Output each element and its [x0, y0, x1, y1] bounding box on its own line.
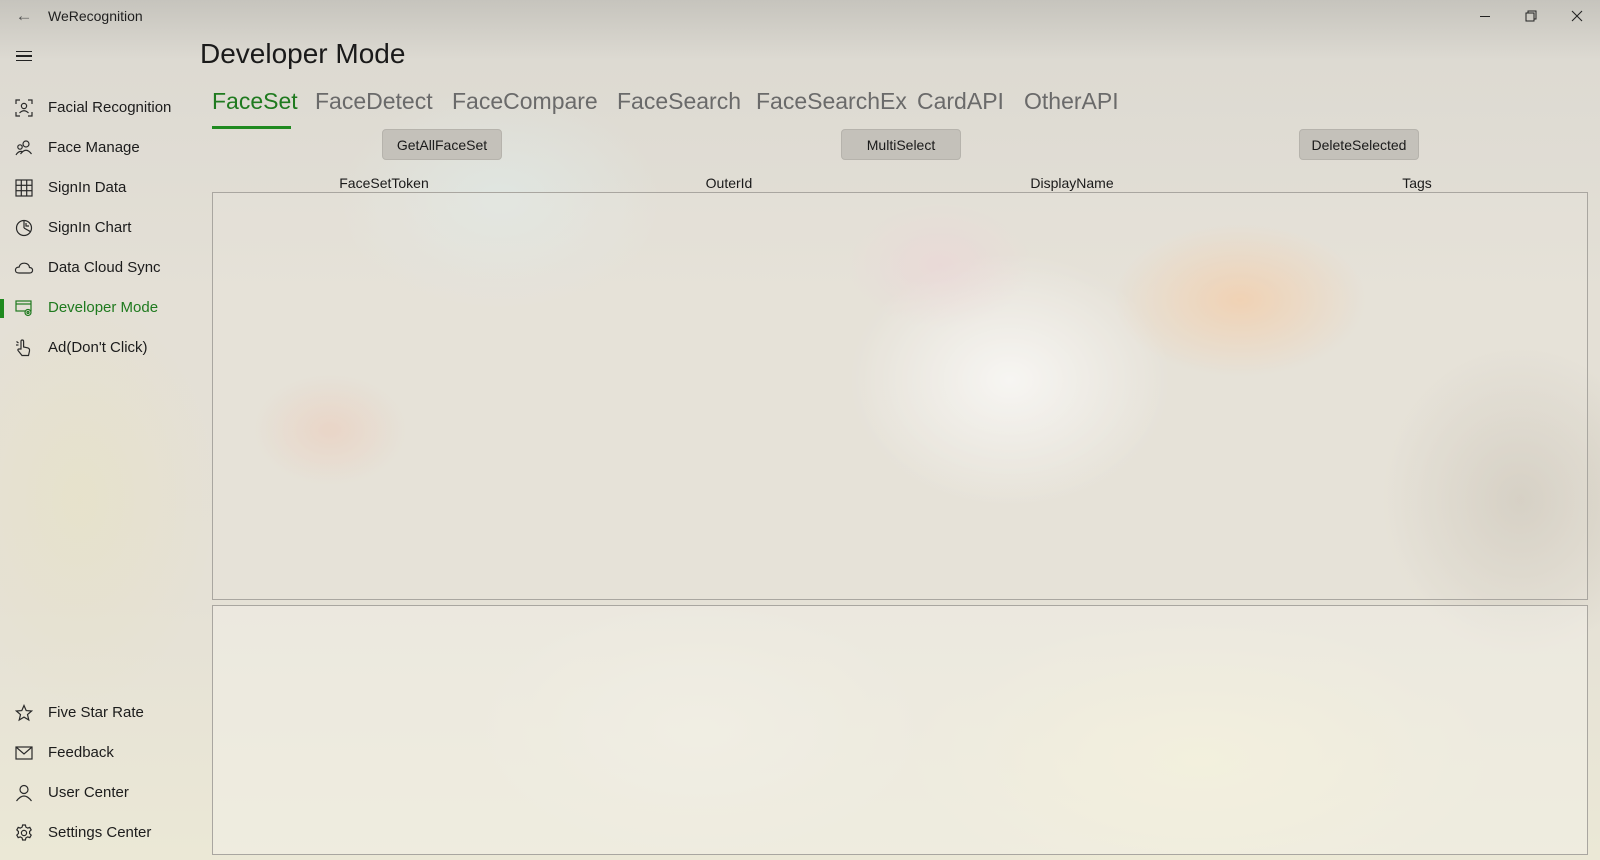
tab-facesearch[interactable]: FaceSearch — [617, 88, 741, 115]
sidebar-item-label: Five Star Rate — [48, 704, 144, 721]
mail-icon — [14, 744, 34, 762]
cloud-icon — [14, 259, 34, 277]
sidebar-item-label: Ad(Don't Click) — [48, 339, 148, 356]
sidebar-item-label: SignIn Data — [48, 179, 127, 196]
close-icon[interactable] — [1554, 0, 1600, 32]
hand-pointer-icon — [14, 339, 34, 357]
sidebar-item-label: Facial Recognition — [48, 99, 172, 116]
sidebar-item-label: Developer Mode — [48, 299, 159, 316]
tab-cardapi[interactable]: CardAPI — [917, 88, 1004, 115]
sidebar-item-user-center[interactable]: User Center — [0, 773, 190, 813]
back-arrow-icon[interactable]: ← — [10, 2, 38, 30]
output-textbox[interactable] — [212, 605, 1588, 855]
sidebar-item-label: Face Manage — [48, 139, 140, 156]
gear-icon — [14, 824, 34, 842]
tab-facecompare[interactable]: FaceCompare — [452, 88, 598, 115]
app-title: WeRecognition — [48, 8, 143, 24]
tab-faceset[interactable]: FaceSet — [212, 88, 298, 115]
page-title: Developer Mode — [200, 38, 406, 69]
title-bar: ← WeRecognition — [0, 0, 1600, 32]
sidebar-item-feedback[interactable]: Feedback — [0, 733, 190, 773]
tab-facedetect[interactable]: FaceDetect — [315, 88, 433, 115]
face-scan-icon — [14, 99, 34, 117]
sidebar-item-label: User Center — [48, 784, 129, 801]
column-header-outerid: OuterId — [705, 175, 753, 191]
delete-selected-button[interactable]: DeleteSelected — [1299, 129, 1419, 160]
sidebar-item-settings-center[interactable]: Settings Center — [0, 813, 190, 853]
star-icon — [14, 704, 34, 722]
tab-facesearchex[interactable]: FaceSearchEx — [756, 88, 907, 115]
sidebar-item-label: Data Cloud Sync — [48, 259, 161, 276]
sidebar-item-data-cloud-sync[interactable]: Data Cloud Sync — [0, 248, 190, 288]
active-tab-underline — [212, 126, 291, 129]
sidebar-item-signin-data[interactable]: SignIn Data — [0, 168, 190, 208]
developer-icon — [14, 299, 34, 317]
tab-otherapi[interactable]: OtherAPI — [1024, 88, 1119, 115]
sidebar-item-ad[interactable]: Ad(Don't Click) — [0, 328, 190, 368]
grid-icon — [14, 179, 34, 197]
sidebar-item-five-star-rate[interactable]: Five Star Rate — [0, 693, 190, 733]
sidebar-item-face-manage[interactable]: Face Manage — [0, 128, 190, 168]
column-header-tags: Tags — [1402, 175, 1432, 191]
faceset-list[interactable] — [212, 192, 1588, 600]
people-icon — [14, 139, 34, 157]
sidebar-item-label: SignIn Chart — [48, 219, 132, 236]
sidebar-item-facial-recognition[interactable]: Facial Recognition — [0, 88, 190, 128]
pie-chart-icon — [14, 219, 34, 237]
sidebar-item-signin-chart[interactable]: SignIn Chart — [0, 208, 190, 248]
sidebar-item-label: Feedback — [48, 744, 114, 761]
multi-select-button[interactable]: MultiSelect — [841, 129, 961, 160]
column-header-facesettoken: FaceSetToken — [339, 175, 429, 191]
column-header-displayname: DisplayName — [1030, 175, 1114, 191]
person-icon — [14, 784, 34, 802]
get-all-faceset-button[interactable]: GetAllFaceSet — [382, 129, 502, 160]
sidebar-item-developer-mode[interactable]: Developer Mode — [0, 288, 190, 328]
selection-indicator — [0, 299, 4, 318]
restore-icon[interactable] — [1508, 0, 1554, 32]
minimize-icon[interactable] — [1462, 0, 1508, 32]
hamburger-icon[interactable] — [8, 40, 40, 72]
sidebar-item-label: Settings Center — [48, 824, 152, 841]
